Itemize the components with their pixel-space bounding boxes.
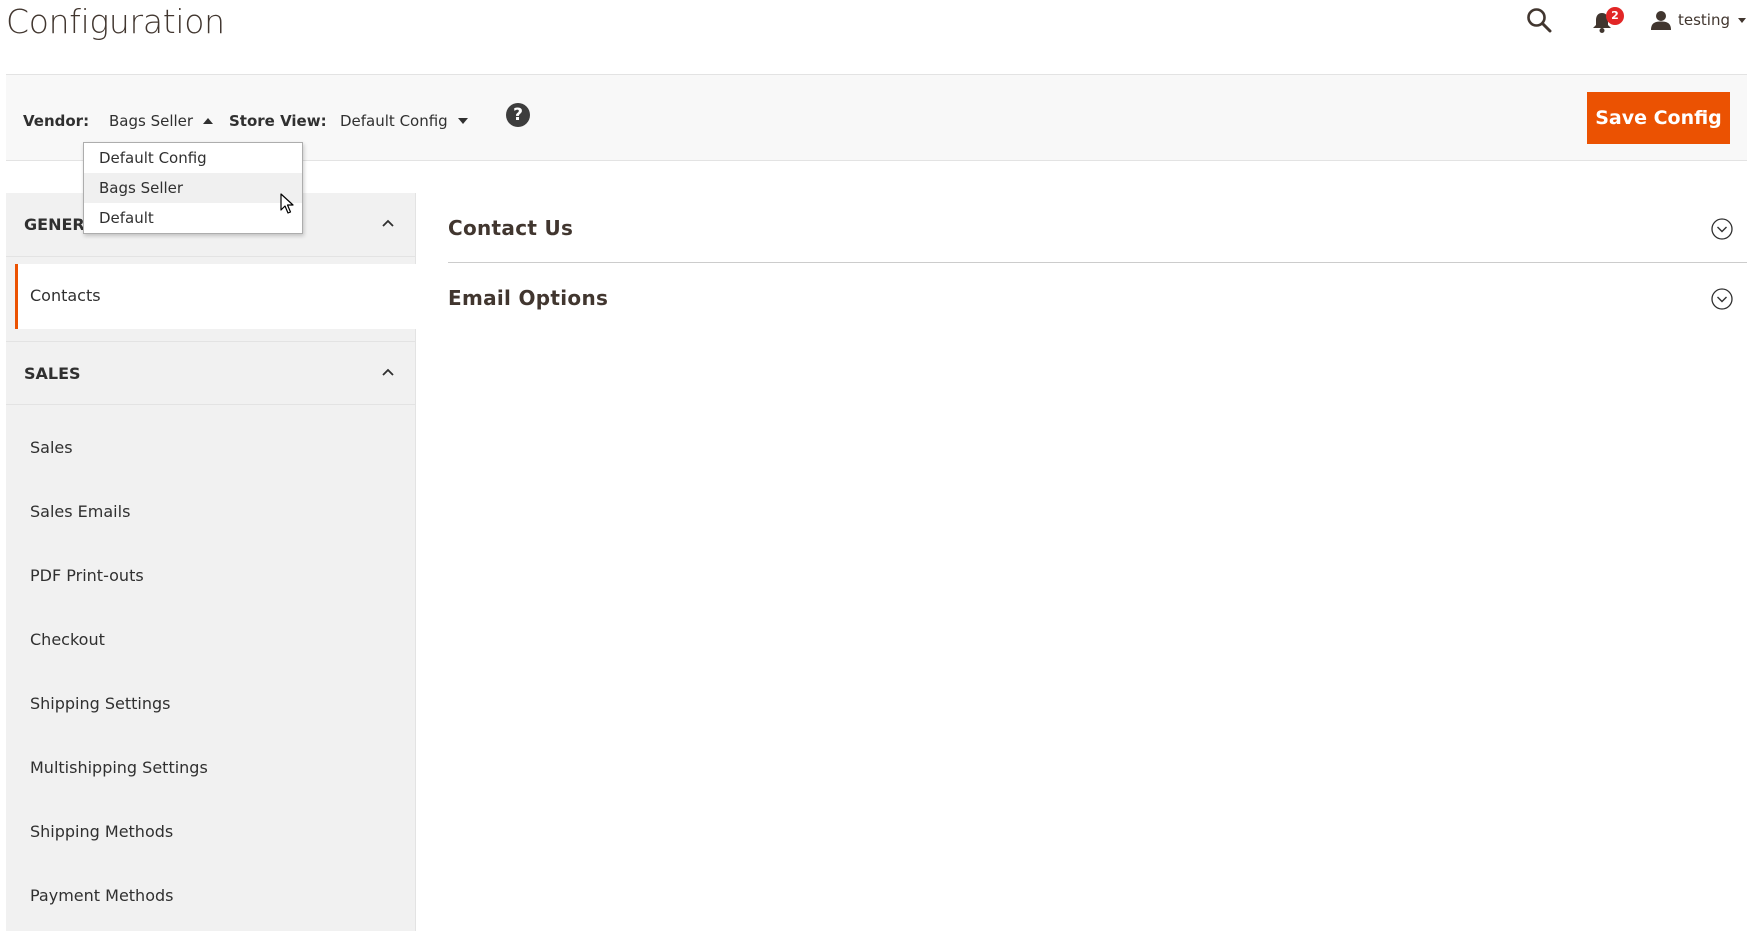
notifications-button[interactable]: 2	[1590, 7, 1624, 38]
vendor-label: Vendor:	[23, 112, 90, 130]
user-menu-button[interactable]: testing	[1650, 6, 1747, 34]
sidebar-item-payment-methods[interactable]: Payment Methods	[30, 886, 173, 905]
sidebar-item-shipping-settings[interactable]: Shipping Settings	[30, 694, 171, 713]
search-icon	[1527, 8, 1552, 33]
store-view-switcher[interactable]: Default Config	[340, 112, 468, 130]
dropdown-option-bags-seller[interactable]: Bags Seller	[84, 173, 302, 203]
sidebar-item-shipping-methods[interactable]: Shipping Methods	[30, 822, 173, 841]
sidebar-item-sales[interactable]: Sales	[30, 438, 73, 457]
notification-count-badge: 2	[1606, 7, 1624, 25]
page-title: Configuration	[6, 2, 225, 41]
sidebar-item-pdf-print-outs[interactable]: PDF Print-outs	[30, 566, 144, 585]
help-icon[interactable]: ?	[506, 103, 530, 127]
dropdown-option-default[interactable]: Default	[84, 203, 302, 233]
section-email-options[interactable]: Email Options	[448, 263, 1747, 333]
config-sidebar: GENERAL Contacts SALES Sales Sales Email…	[6, 193, 416, 931]
sidebar-item-checkout[interactable]: Checkout	[30, 630, 105, 649]
user-icon	[1651, 11, 1671, 30]
chevron-up-icon	[203, 118, 214, 124]
mouse-cursor-icon	[280, 193, 294, 214]
search-button[interactable]	[1526, 7, 1556, 37]
chevron-down-circle-icon	[1711, 288, 1733, 310]
section-header-sales[interactable]: SALES	[6, 341, 416, 405]
sidebar-item-contacts[interactable]: Contacts	[15, 264, 416, 329]
chevron-down-circle-icon	[1711, 218, 1733, 240]
sidebar-item-label: Contacts	[30, 286, 101, 305]
header-actions: 2 testing	[1487, 0, 1747, 40]
save-config-button[interactable]: Save Config	[1587, 92, 1730, 144]
vendor-value: Bags Seller	[109, 112, 194, 130]
vendor-switcher[interactable]: Bags Seller	[109, 112, 214, 130]
chevron-down-icon	[457, 118, 468, 124]
user-name: testing	[1678, 11, 1731, 29]
store-view-value: Default Config	[340, 112, 448, 130]
chevron-up-icon	[382, 368, 394, 376]
section-title: SALES	[24, 364, 81, 383]
vendor-dropdown: Default Config Bags Seller Default	[83, 142, 303, 234]
sidebar-item-multishipping-settings[interactable]: Multishipping Settings	[30, 758, 208, 777]
section-title: Contact Us	[448, 216, 574, 240]
sidebar-item-sales-emails[interactable]: Sales Emails	[30, 502, 130, 521]
section-contact-us[interactable]: Contact Us	[448, 193, 1747, 263]
section-title: Email Options	[448, 286, 609, 310]
chevron-down-icon	[1738, 17, 1747, 23]
store-view-label: Store View:	[229, 112, 327, 130]
chevron-up-icon	[382, 219, 394, 227]
dropdown-option-default-config[interactable]: Default Config	[84, 143, 302, 173]
